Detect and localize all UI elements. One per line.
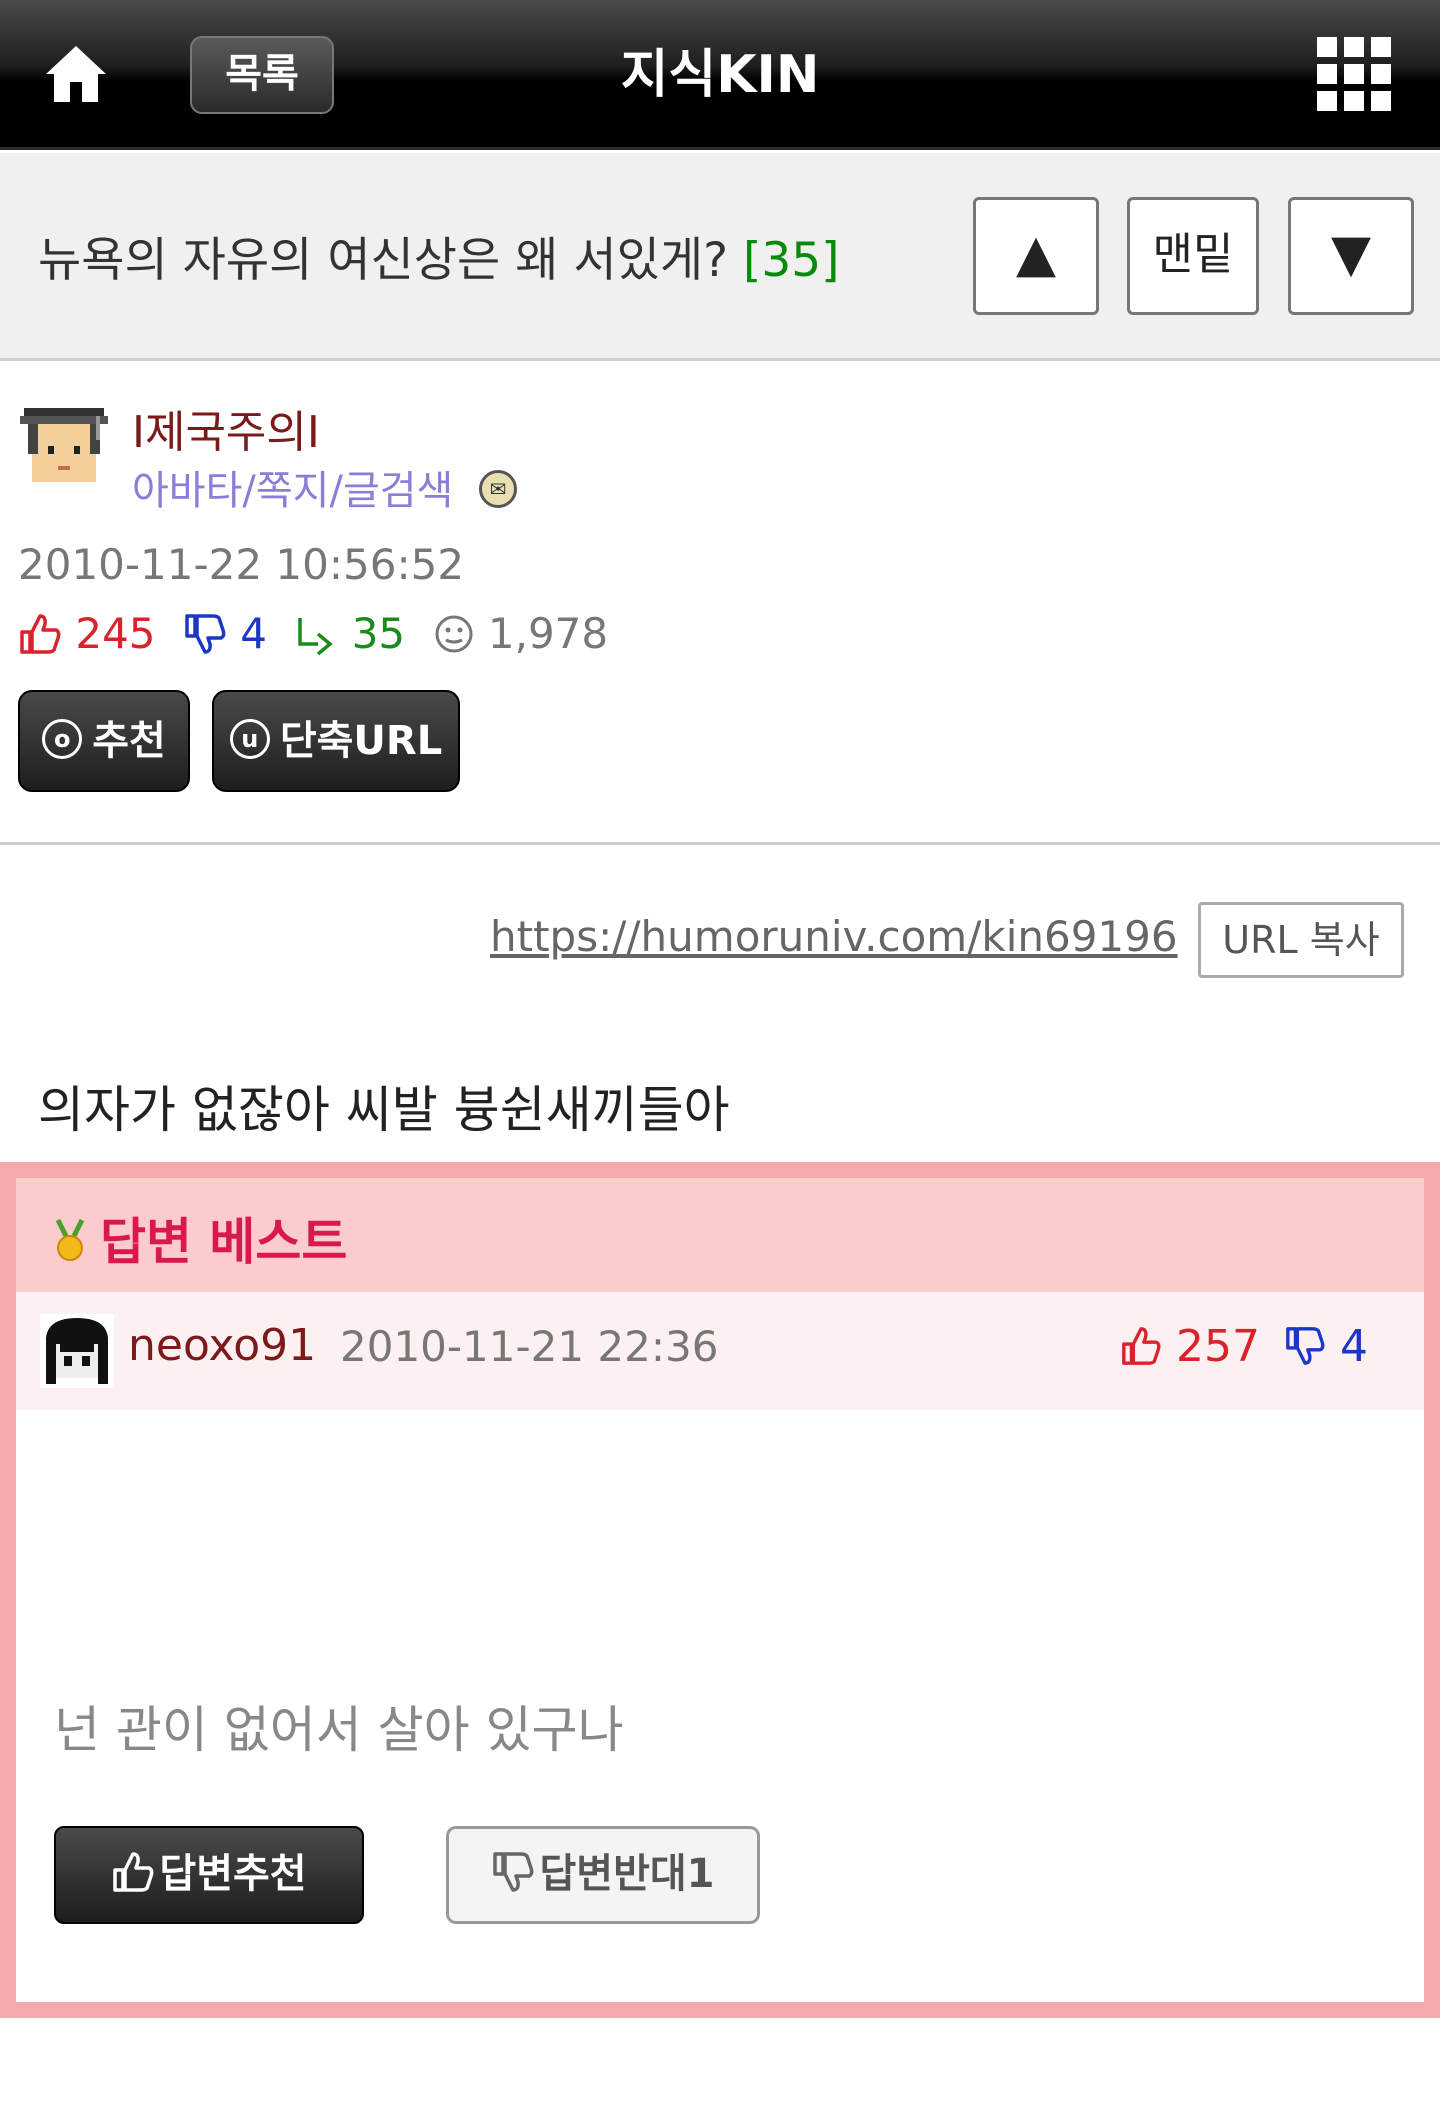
- dislike-count: 4: [240, 609, 267, 658]
- author-links[interactable]: 아바타/쪽지/글검색: [132, 458, 453, 516]
- grid-menu-icon[interactable]: [1315, 35, 1393, 113]
- answer-like-count: 257: [1176, 1320, 1260, 1372]
- short-url-button[interactable]: u 단축URL: [212, 690, 460, 792]
- answer-recommend-button[interactable]: 답변추천: [54, 1826, 364, 1924]
- post-stats: 245 4 35 1,978: [18, 606, 608, 666]
- thumbs-up-icon: [113, 1852, 154, 1892]
- view-count: 1,978: [487, 609, 609, 658]
- recommend-circle-icon: o: [42, 719, 83, 759]
- scroll-bottom-button[interactable]: 맨밑: [1127, 197, 1259, 315]
- post-body: 의자가 없잖아 씨발 븅쉰새끼들아: [38, 1081, 730, 1139]
- top-bar: 목록 지식KIN: [0, 0, 1440, 150]
- answer-text: 넌 관이 없어서 살아 있구나: [54, 1701, 624, 1759]
- short-url-circle-icon: u: [229, 719, 270, 759]
- recommend-button[interactable]: o 추천: [18, 690, 190, 792]
- thumbs-down-icon: [185, 613, 226, 654]
- answer-dislike-count: 4: [1340, 1320, 1368, 1372]
- title-bar: 뉴욕의 자유의 여신상은 왜 서있게? [35] ▲ 맨밑 ▼: [0, 153, 1440, 361]
- best-answer-title: 답변 베스트: [100, 1213, 348, 1271]
- badge-icon: ✉: [479, 470, 517, 508]
- answer-oppose-button[interactable]: 답변반대1: [446, 1826, 760, 1924]
- thumbs-down-icon: [1286, 1327, 1325, 1365]
- page-title: 지식KIN: [620, 45, 820, 105]
- short-url-label: 단축URL: [279, 718, 443, 764]
- scroll-down-button[interactable]: ▼: [1288, 197, 1414, 315]
- views-icon: [435, 615, 473, 652]
- best-answer-header: 답변 베스트: [16, 1178, 1424, 1292]
- answer-recommend-label: 답변추천: [159, 1851, 307, 1897]
- divider: [0, 842, 1440, 845]
- reply-count: 35: [351, 609, 406, 658]
- best-answer-box: 답변 베스트 neoxo91 2010-11-21 22:36 257 4 넌 …: [0, 1162, 1440, 2018]
- url-copy-button[interactable]: URL 복사: [1198, 902, 1404, 978]
- answer-date: 2010-11-21 22:36: [340, 1322, 719, 1371]
- recommend-label: 추천: [92, 718, 166, 764]
- thumbs-down-icon: [493, 1852, 534, 1892]
- answer-count[interactable]: [35]: [743, 233, 839, 288]
- thumbs-up-icon: [20, 613, 61, 654]
- thumbs-up-icon: [1122, 1327, 1161, 1365]
- answerer-avatar[interactable]: [40, 1314, 114, 1388]
- author-avatar[interactable]: [18, 402, 110, 494]
- reply-icon: [298, 617, 334, 655]
- author-name[interactable]: I제국주의I: [132, 396, 320, 460]
- scroll-up-button[interactable]: ▲: [973, 197, 1099, 315]
- post-title: 뉴욕의 자유의 여신상은 왜 서있게? [35]: [38, 221, 840, 290]
- best-answer-inner: 답변 베스트 neoxo91 2010-11-21 22:36 257 4 넌 …: [16, 1178, 1424, 2002]
- post-url-link[interactable]: https://humoruniv.com/kin69196: [490, 912, 1178, 961]
- answer-oppose-label: 답변반대1: [539, 1851, 715, 1897]
- answer-stats: 257 4: [1120, 1318, 1368, 1372]
- post-title-text: 뉴욕의 자유의 여신상은 왜 서있게?: [38, 233, 729, 288]
- post-date: 2010-11-22 10:56:52: [18, 540, 465, 589]
- answer-meta: neoxo91 2010-11-21 22:36 257 4: [16, 1292, 1424, 1410]
- answerer-name[interactable]: neoxo91: [128, 1320, 316, 1371]
- medal-icon: [55, 1218, 85, 1261]
- like-count: 245: [75, 609, 156, 658]
